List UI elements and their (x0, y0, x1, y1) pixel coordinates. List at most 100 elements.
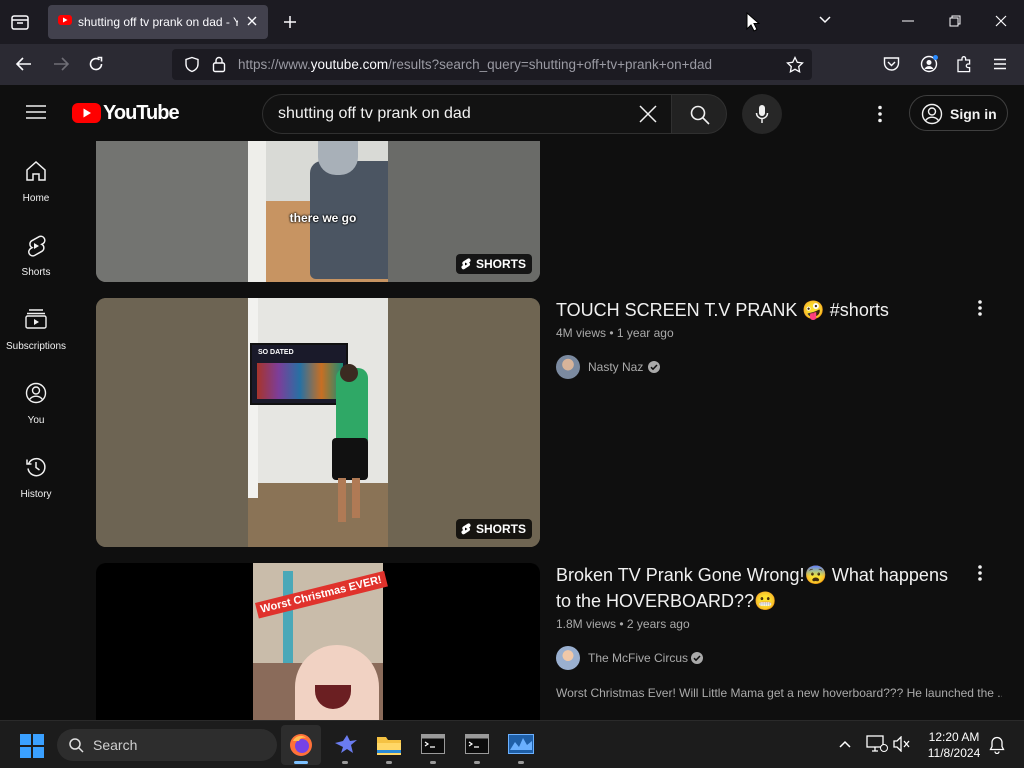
guide-menu-icon[interactable] (26, 104, 46, 120)
video-description: Worst Christmas Ever! Will Little Mama g… (556, 686, 1002, 700)
sign-in-label: Sign in (950, 106, 997, 122)
sidebar-item-subscriptions[interactable]: Subscriptions (0, 297, 72, 371)
forward-arrow-icon[interactable] (52, 56, 70, 72)
notification-bell-icon[interactable] (989, 736, 1005, 754)
video-title[interactable]: TOUCH SCREEN T.V PRANK 🤪 #shorts (556, 297, 956, 323)
taskbar-app-file-explorer[interactable] (369, 725, 409, 765)
youtube-logo[interactable]: YouTube (72, 102, 180, 126)
youtube-play-logo-icon (72, 103, 101, 123)
close-window-icon[interactable] (995, 15, 1007, 27)
taskbar-app-terminal-1[interactable] (413, 725, 453, 765)
shorts-icon (25, 234, 47, 258)
home-icon (25, 160, 47, 182)
new-tab-icon[interactable] (282, 14, 298, 30)
show-hidden-icons-chevron-icon[interactable] (838, 739, 852, 749)
result-thumbnail[interactable]: SO DATED SHORTS (96, 298, 540, 547)
list-all-tabs-chevron-icon[interactable] (818, 15, 832, 25)
thumbnail-caption: there we go (289, 211, 357, 225)
clock-time: 12:20 AM (928, 730, 980, 744)
volume-muted-icon[interactable] (893, 736, 911, 752)
thumbnail-person-shorts (332, 438, 368, 480)
search-button[interactable] (671, 94, 727, 134)
search-input[interactable]: shutting off tv prank on dad (278, 105, 471, 123)
video-action-menu-icon[interactable] (972, 561, 988, 585)
browser-tab-active[interactable]: shutting off tv prank on dad - YouTube (48, 5, 268, 39)
voice-search-button[interactable] (742, 94, 782, 134)
windows-taskbar: Search 12:20 AM 11/8/2024 (0, 720, 1024, 768)
youtube-favicon-icon (58, 15, 72, 25)
sidebar-item-home[interactable]: Home (0, 149, 72, 223)
sidebar-item-history[interactable]: History (0, 445, 72, 519)
result-thumbnail[interactable]: Worst Christmas EVER! (96, 563, 540, 720)
pocket-icon[interactable] (883, 56, 900, 72)
you-icon (25, 382, 47, 404)
tab-title: shutting off tv prank on dad - YouTube (78, 15, 238, 29)
subscriptions-icon (25, 309, 47, 329)
clear-search-icon[interactable] (639, 105, 657, 123)
thumbnail-blur-left (96, 298, 248, 547)
lock-icon[interactable] (212, 56, 226, 73)
clock-date: 11/8/2024 (927, 746, 981, 760)
search-box[interactable]: shutting off tv prank on dad (262, 94, 672, 134)
resource-monitor-icon (508, 734, 534, 754)
history-icon (25, 456, 47, 478)
shorts-badge-icon (461, 258, 471, 270)
taskbar-search-box[interactable]: Search (57, 729, 277, 761)
sidebar-label-subscriptions: Subscriptions (5, 341, 67, 352)
url-bar[interactable]: https://www.youtube.com/results?search_q… (172, 49, 812, 80)
account-circle-icon (921, 103, 943, 125)
account-icon[interactable] (920, 55, 938, 73)
sidebar-label-you: You (27, 415, 45, 426)
taskbar-search-placeholder: Search (93, 737, 138, 753)
bookmark-star-icon[interactable] (786, 56, 804, 73)
app-menu-icon[interactable] (993, 57, 1007, 71)
taskbar-app-terminal-2[interactable] (457, 725, 497, 765)
network-icon[interactable] (866, 735, 888, 753)
back-arrow-icon[interactable] (15, 56, 33, 72)
taskbar-app-bird[interactable] (325, 725, 365, 765)
mouse-cursor-icon (746, 12, 760, 32)
video-title[interactable]: Broken TV Prank Gone Wrong!😨 What happen… (556, 562, 956, 614)
restore-window-icon[interactable] (949, 15, 961, 27)
shorts-badge: SHORTS (455, 254, 532, 274)
minimize-window-icon[interactable] (902, 20, 914, 22)
terminal-icon (465, 734, 489, 754)
search-icon (690, 105, 710, 125)
video-action-menu-icon[interactable] (972, 296, 988, 320)
settings-kebab-icon[interactable] (877, 105, 883, 123)
thumbnail-video-frame: SO DATED (248, 298, 388, 547)
verified-badge-icon (691, 652, 703, 664)
thumbnail-tv-screen: SO DATED (250, 343, 348, 405)
sidebar-label-shorts: Shorts (21, 267, 51, 278)
avatar (556, 355, 580, 379)
result-thumbnail[interactable]: there we go SHORTS (96, 141, 540, 282)
terminal-icon (421, 734, 445, 754)
tab-list-icon[interactable] (10, 12, 30, 32)
folder-icon (376, 734, 402, 756)
windows-start-icon[interactable] (20, 734, 44, 758)
system-clock[interactable]: 12:20 AM 11/8/2024 (918, 729, 990, 761)
tracking-protection-shield-icon[interactable] (184, 56, 200, 73)
microphone-icon (755, 104, 769, 124)
video-metadata: 4M views • 1 year ago (556, 326, 674, 340)
thumbnail-floor (248, 483, 388, 547)
sign-in-button[interactable]: Sign in (909, 95, 1008, 131)
close-tab-icon[interactable] (246, 15, 258, 27)
channel-name: The McFive Circus (588, 651, 689, 665)
shorts-badge-icon (461, 523, 471, 535)
sidebar-item-shorts[interactable]: Shorts (0, 223, 72, 297)
reload-icon[interactable] (88, 56, 104, 72)
shorts-badge: SHORTS (455, 519, 532, 539)
thumbnail-child-face (295, 645, 379, 720)
youtube-logo-text: YouTube (103, 102, 180, 124)
channel-name: Nasty Naz (588, 360, 644, 374)
video-metadata: 1.8M views • 2 years ago (556, 617, 690, 631)
firefox-icon (289, 733, 313, 757)
sidebar-label-history: History (20, 489, 52, 500)
verified-badge-icon (648, 361, 660, 373)
taskbar-app-monitor[interactable] (501, 725, 541, 765)
sidebar-item-you[interactable]: You (0, 371, 72, 445)
taskbar-app-firefox[interactable] (281, 725, 321, 765)
extensions-puzzle-icon[interactable] (956, 55, 973, 73)
browser-tab-bar: shutting off tv prank on dad - YouTube (0, 0, 1024, 44)
